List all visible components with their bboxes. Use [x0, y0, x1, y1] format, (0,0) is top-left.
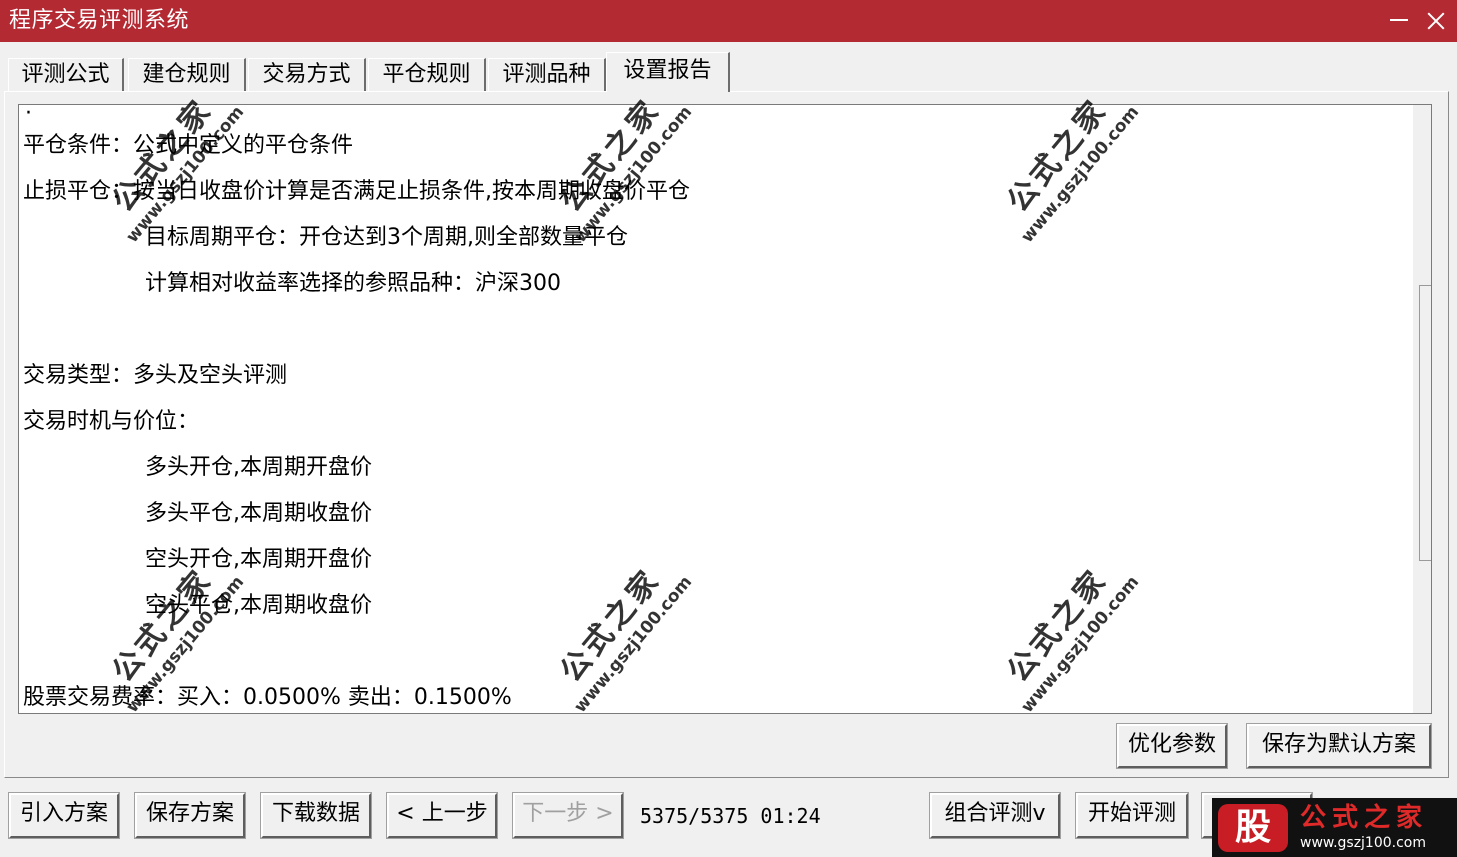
report-textbox[interactable]: · 平仓条件：公式中定义的平仓条件 止损平仓：按当日收盘价计算是否满足止损条件,… — [18, 104, 1432, 714]
download-data-button[interactable]: 下载数据 — [260, 792, 372, 839]
logo-title: 公式之家 — [1300, 803, 1429, 833]
scrollbar-thumb[interactable] — [1419, 285, 1431, 561]
vertical-scrollbar[interactable] — [1413, 105, 1431, 713]
optimize-parameters-button[interactable]: 优化参数 — [1116, 723, 1228, 769]
tab-evaluation-instruments[interactable]: 评测品种 — [488, 58, 606, 92]
previous-step-button[interactable]: < 上一步 — [386, 792, 498, 839]
report-line: 平仓条件：公式中定义的平仓条件 — [23, 133, 354, 158]
tab-report-settings[interactable]: 设置报告 — [606, 52, 730, 92]
report-line: 交易时机与价位： — [23, 409, 200, 434]
tab-open-position-rules[interactable]: 建仓规则 — [128, 58, 246, 92]
save-as-default-button[interactable]: 保存为默认方案 — [1246, 723, 1432, 769]
combined-evaluation-button[interactable]: 组合评测v — [929, 792, 1061, 839]
close-button[interactable] — [1414, 0, 1457, 42]
report-line: 多头开仓,本周期开盘价 — [145, 455, 372, 480]
import-plan-button[interactable]: 引入方案 — [8, 792, 120, 839]
site-logo: 股 公式之家 www.gszj100.com — [1212, 798, 1457, 857]
report-line: 空头开仓,本周期开盘价 — [145, 547, 372, 572]
window-title: 程序交易评测系统 — [9, 8, 190, 33]
logo-mark-icon: 股 — [1218, 804, 1288, 852]
tab-trading-method[interactable]: 交易方式 — [248, 58, 366, 92]
tab-strip: 评测公式 建仓规则 交易方式 平仓规则 评测品种 设置报告 — [8, 52, 1448, 92]
report-line: 空头平仓,本周期收盘价 — [145, 593, 372, 618]
report-line: 目标周期平仓：开仓达到3个周期,则全部数量平仓 — [145, 225, 628, 250]
report-line-cut: · — [25, 104, 32, 126]
progress-status: 5375/5375 01:24 — [640, 804, 821, 828]
tab-evaluation-formula[interactable]: 评测公式 — [8, 58, 124, 92]
report-line: 交易类型：多头及空头评测 — [23, 363, 288, 388]
report-line: 多头平仓,本周期收盘价 — [145, 501, 372, 526]
tab-close-position-rules[interactable]: 平仓规则 — [368, 58, 486, 92]
report-line: 止损平仓：按当日收盘价计算是否满足止损条件,按本周期收盘价平仓 — [23, 179, 690, 204]
title-bar: 程序交易评测系统 — [0, 0, 1457, 42]
next-step-button[interactable]: 下一步 > — [512, 792, 624, 839]
save-plan-button[interactable]: 保存方案 — [134, 792, 246, 839]
report-line: 计算相对收益率选择的参照品种：沪深300 — [145, 271, 561, 296]
report-line: 股票交易费率：买入：0.0500% 卖出：0.1500% — [23, 685, 512, 710]
start-evaluation-button[interactable]: 开始评测 — [1075, 792, 1189, 839]
logo-url: www.gszj100.com — [1300, 835, 1427, 851]
